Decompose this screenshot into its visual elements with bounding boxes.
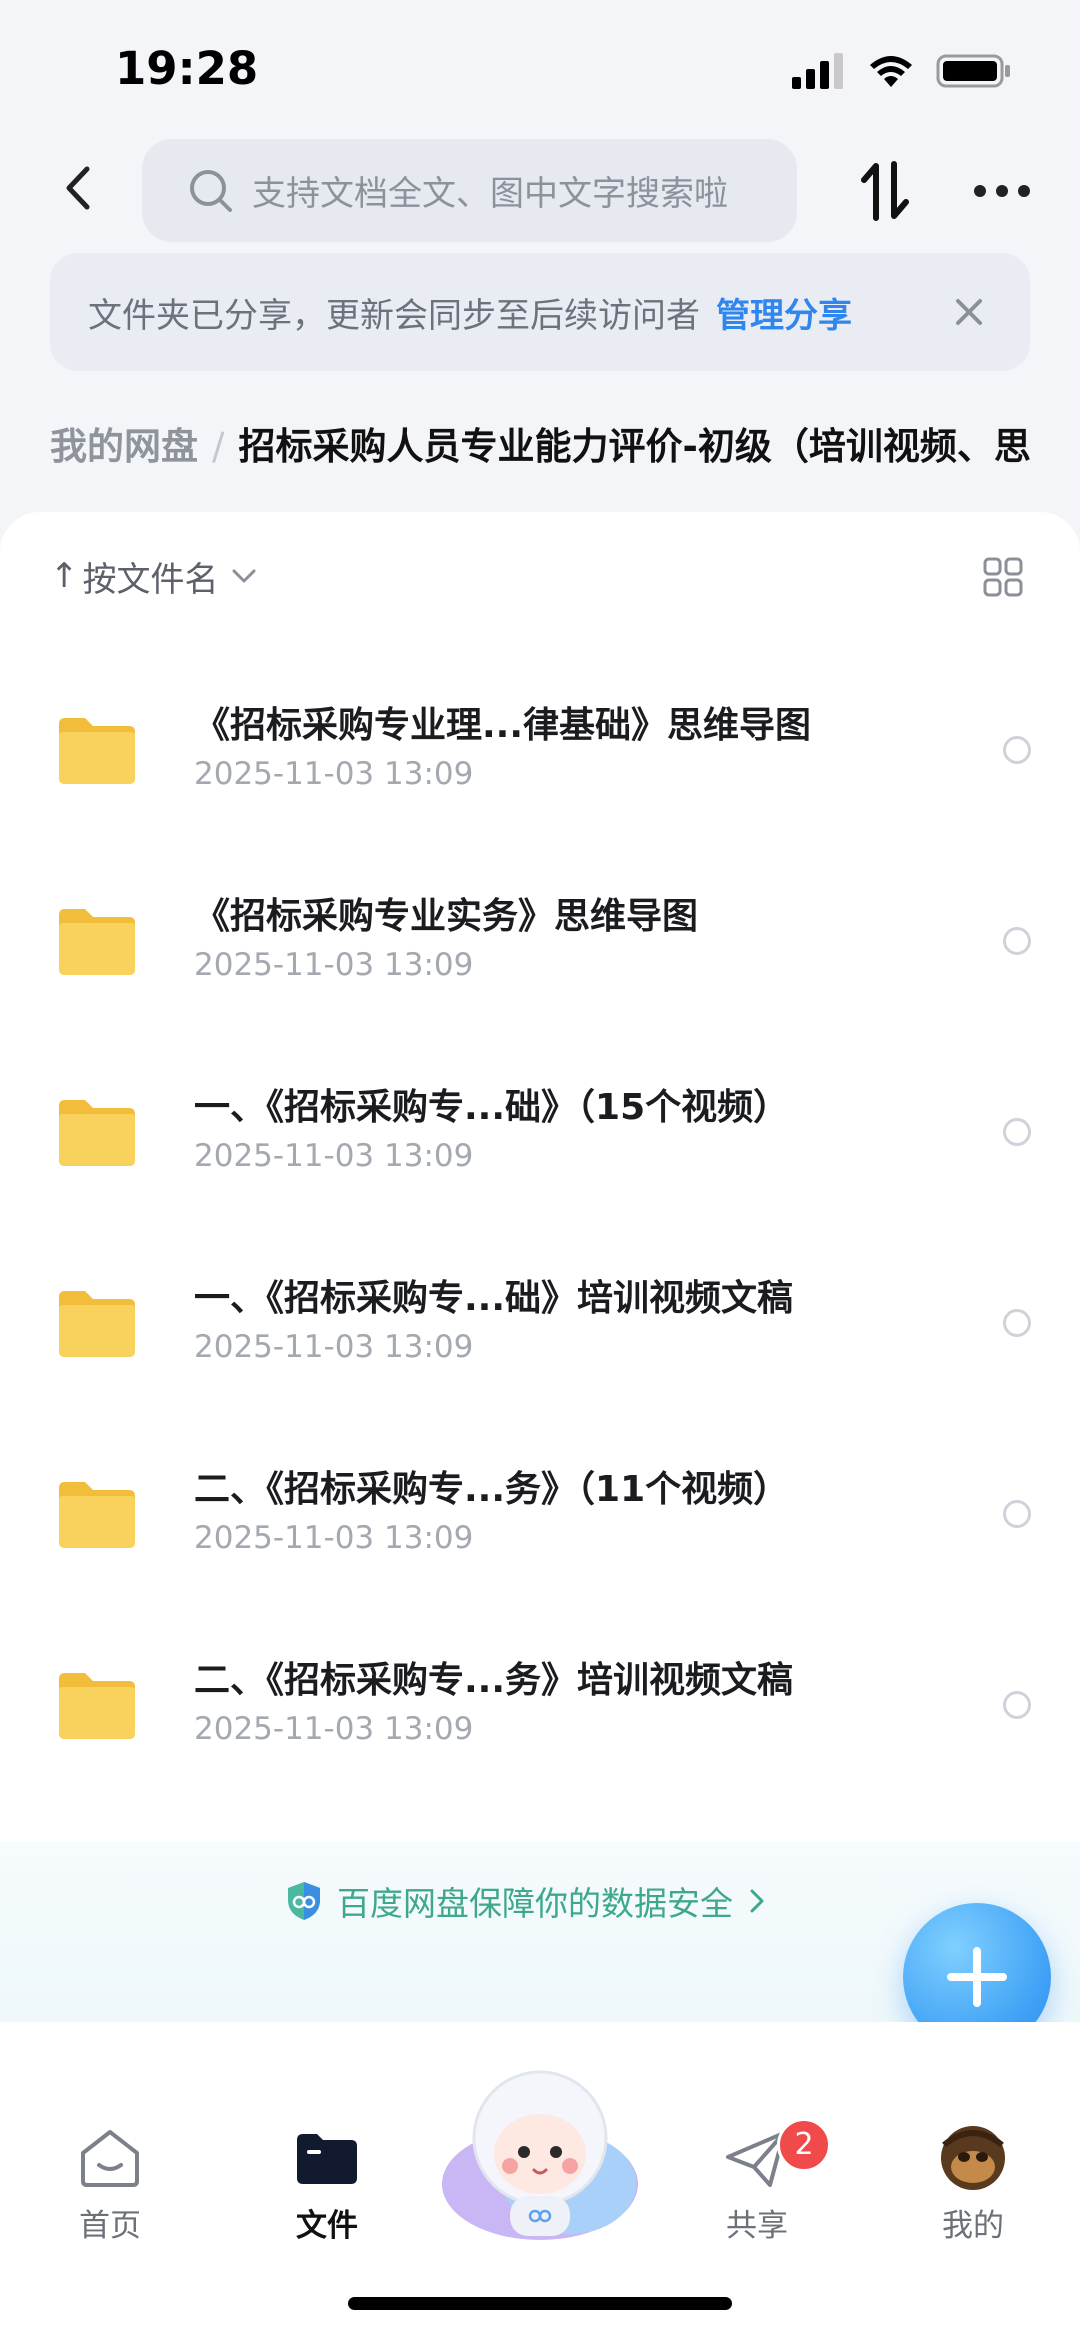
file-date: 2025-11-03 13:09 [194, 756, 474, 792]
back-button[interactable] [56, 158, 100, 218]
folder-icon [297, 2134, 357, 2184]
search-icon [190, 169, 232, 212]
grid-view-icon[interactable] [983, 557, 1023, 597]
file-date: 2025-11-03 13:09 [194, 1329, 474, 1365]
battery-icon [936, 54, 1010, 88]
file-row[interactable]: 二、《招标采购专...务》培训视频文稿 2025-11-03 13:09 [0, 1611, 1080, 1801]
status-icons [792, 46, 1012, 96]
search-input[interactable]: 支持文档全文、图中文字搜索啦 [142, 139, 797, 242]
sort-arrow: ↑ [50, 556, 79, 596]
folder-icon [59, 1100, 135, 1166]
folder-icon [59, 1673, 135, 1739]
security-text: 百度网盘保障你的数据安全 [337, 1884, 733, 1923]
file-date: 2025-11-03 13:09 [194, 947, 474, 983]
file-name: 二、《招标采购专...务》培训视频文稿 [194, 1660, 794, 1701]
file-row[interactable]: 一、《招标采购专...础》（15个视频） 2025-11-03 13:09 [0, 1038, 1080, 1228]
mascot-button[interactable] [440, 2066, 640, 2244]
shield-icon [288, 1882, 320, 1920]
file-name: 《招标采购专业实务》思维导图 [194, 896, 699, 937]
close-icon[interactable] [950, 293, 988, 331]
chevron-down-icon [232, 569, 255, 583]
select-checkbox[interactable] [1003, 1500, 1031, 1528]
home-icon [81, 2130, 139, 2187]
folder-icon [59, 1482, 135, 1548]
file-row[interactable]: 一、《招标采购专...础》培训视频文稿 2025-11-03 13:09 [0, 1229, 1080, 1419]
signal-icon [792, 53, 843, 89]
tab-label-me: 我的 [942, 2208, 1004, 2244]
tab-files[interactable]: 文件 [262, 2122, 392, 2245]
file-row[interactable]: 《招标采购专业实务》思维导图 2025-11-03 13:09 [0, 847, 1080, 1037]
manage-share-link[interactable]: 管理分享 [716, 288, 852, 337]
share-banner-message: 文件夹已分享，更新会同步至后续访问者 [88, 295, 700, 336]
select-checkbox[interactable] [1003, 1691, 1031, 1719]
file-date: 2025-11-03 13:09 [194, 1711, 474, 1747]
status-time: 19:28 [115, 42, 259, 95]
breadcrumb-separator: / [212, 425, 225, 468]
tab-me[interactable]: 我的 [908, 2122, 1038, 2245]
home-indicator [348, 2297, 732, 2310]
select-checkbox[interactable] [1003, 927, 1031, 955]
folder-icon [59, 909, 135, 975]
select-checkbox[interactable] [1003, 1309, 1031, 1337]
tab-label-share: 共享 [726, 2208, 788, 2244]
transfer-sort-icon[interactable] [860, 160, 910, 222]
folder-icon [59, 1291, 135, 1357]
more-icon[interactable] [972, 176, 1032, 206]
share-banner: 文件夹已分享，更新会同步至后续访问者 管理分享 [50, 253, 1030, 371]
security-link[interactable]: 百度网盘保障你的数据安全 [285, 1876, 767, 1926]
file-name: 一、《招标采购专...础》（15个视频） [194, 1087, 790, 1128]
select-checkbox[interactable] [1003, 736, 1031, 764]
chevron-right-icon [750, 1889, 764, 1913]
breadcrumb-root[interactable]: 我的网盘 [50, 425, 198, 468]
file-date: 2025-11-03 13:09 [194, 1138, 474, 1174]
tab-label-home: 首页 [79, 2208, 141, 2244]
select-checkbox[interactable] [1003, 1118, 1031, 1146]
breadcrumb: 我的网盘 / 招标采购人员专业能力评价-初级（培训视频、思 [50, 416, 1080, 476]
file-date: 2025-11-03 13:09 [194, 1520, 474, 1556]
notification-badge: 2 [777, 2118, 831, 2172]
file-name: 一、《招标采购专...础》培训视频文稿 [194, 1278, 794, 1319]
mascot-icon [442, 2070, 638, 2240]
file-name: 二、《招标采购专...务》（11个视频） [194, 1469, 790, 1510]
file-row[interactable]: 二、《招标采购专...务》（11个视频） 2025-11-03 13:09 [0, 1420, 1080, 1610]
avatar [941, 2126, 1005, 2190]
chevron-left-icon [66, 166, 90, 210]
wifi-icon [870, 56, 912, 87]
tab-home[interactable]: 首页 [45, 2122, 175, 2245]
breadcrumb-current: 招标采购人员专业能力评价-初级（培训视频、思 [238, 425, 1031, 468]
file-name: 《招标采购专业理...律基础》思维导图 [194, 705, 812, 746]
folder-icon [59, 718, 135, 784]
sort-label: 按文件名 [82, 559, 219, 600]
tab-label-files: 文件 [296, 2208, 358, 2244]
search-placeholder: 支持文档全文、图中文字搜索啦 [252, 174, 728, 214]
file-row[interactable]: 《招标采购专业理...律基础》思维导图 2025-11-03 13:09 [0, 656, 1080, 846]
sort-selector[interactable]: ↑ 按文件名 [50, 553, 257, 600]
